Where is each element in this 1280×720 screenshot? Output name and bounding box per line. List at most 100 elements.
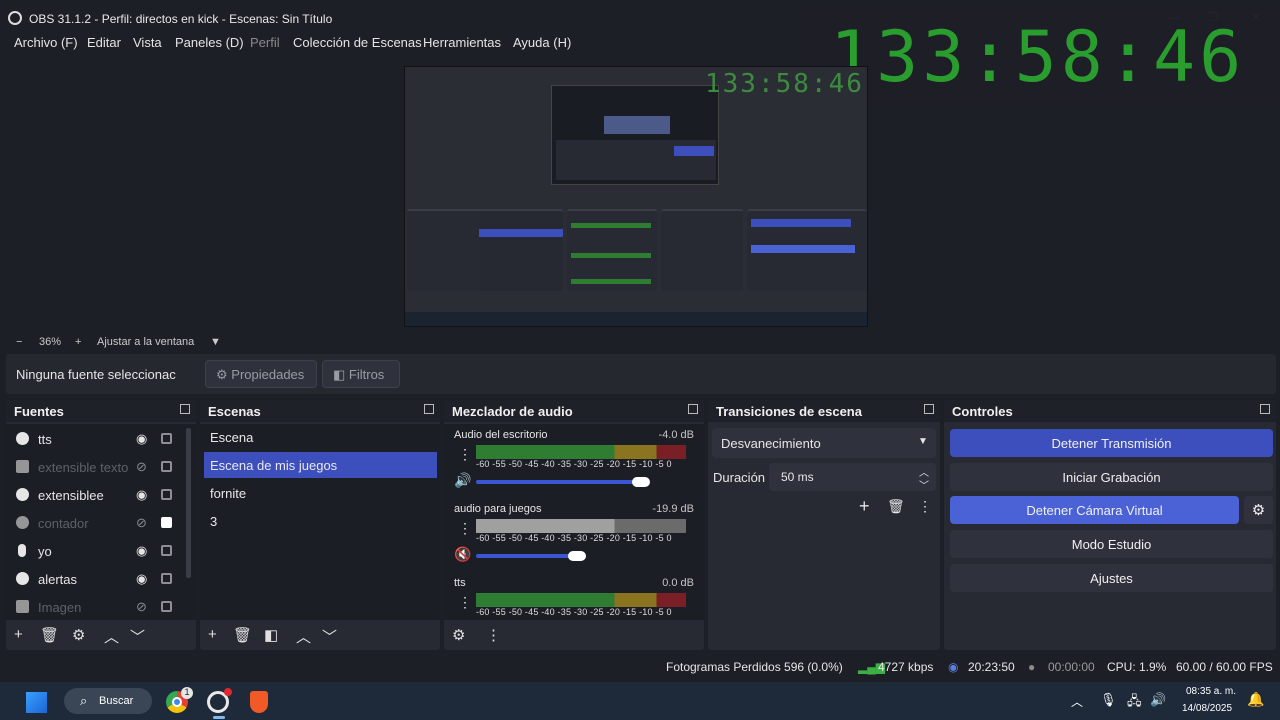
eye-hidden-icon[interactable]: ⊘ (136, 459, 147, 475)
chevron-up-icon[interactable]: ︿ (1071, 693, 1083, 710)
channel-menu-icon[interactable]: ⋮ (458, 520, 472, 537)
sources-scrollbar[interactable] (186, 428, 191, 578)
menu-coleccion-escenas[interactable]: Colección de Escenas (293, 35, 422, 50)
browser-icon (16, 572, 29, 585)
speaker-muted-icon[interactable]: 🔇 (454, 546, 471, 563)
speaker-icon[interactable]: 🔊 (454, 472, 471, 489)
microphone-icon[interactable]: 🎙 (1100, 692, 1117, 708)
windows-start-icon[interactable] (26, 692, 47, 713)
brave-icon[interactable] (250, 691, 268, 713)
mixer-settings-gear-icon[interactable]: ⚙ (452, 626, 465, 644)
add-transition-button[interactable]: + (859, 496, 870, 517)
add-source-button[interactable]: + (14, 626, 23, 643)
eye-hidden-icon[interactable]: ⊘ (136, 599, 147, 615)
filters-button[interactable]: ◧ Filtros (322, 360, 400, 388)
eye-icon[interactable]: ◉ (136, 431, 147, 447)
mixer-menu-icon[interactable]: ⋮ (486, 626, 501, 644)
move-down-icon[interactable]: ﹀ (322, 626, 337, 647)
source-item-tts[interactable]: tts ◉ (12, 426, 178, 452)
source-item-extensiblee[interactable]: extensiblee ◉ (12, 482, 178, 508)
menu-vista[interactable]: Vista (133, 35, 162, 50)
search-label: Buscar (99, 695, 134, 707)
mixer-dock: Mezclador de audio Audio del escritorio … (444, 400, 704, 650)
stop-virtual-camera-button[interactable]: Detener Cámara Virtual (950, 496, 1239, 524)
remove-scene-button[interactable]: 🗑 (233, 626, 252, 644)
remove-source-button[interactable]: 🗑 (40, 626, 59, 644)
menu-perfil[interactable]: Perfil (250, 35, 280, 50)
volume-slider[interactable] (476, 480, 642, 484)
preview-meter-2 (571, 253, 651, 258)
eye-icon[interactable]: ◉ (136, 543, 147, 559)
menu-archivo[interactable]: Archivo (F) (14, 35, 78, 50)
transition-menu-icon[interactable]: ⋮ (918, 498, 932, 515)
start-recording-button[interactable]: Iniciar Grabación (950, 463, 1273, 491)
remove-transition-button[interactable]: 🗑 (887, 498, 905, 515)
undock-icon[interactable] (924, 404, 934, 414)
studio-mode-button[interactable]: Modo Estudio (950, 530, 1273, 558)
record-icon: ● (1028, 660, 1036, 674)
eye-icon[interactable]: ◉ (136, 487, 147, 503)
volume-knob[interactable] (632, 477, 650, 487)
scene-item-3[interactable]: 3 (204, 508, 437, 534)
move-down-icon[interactable]: ﹀ (130, 626, 145, 647)
undock-icon[interactable] (424, 404, 434, 414)
move-up-icon[interactable]: ︿ (296, 626, 311, 647)
taskbar-time[interactable]: 08:35 a. m. (1186, 686, 1236, 697)
source-item-alertas[interactable]: alertas ◉ (12, 566, 178, 592)
network-icon[interactable]: 🖧 (1127, 692, 1142, 714)
menu-editar[interactable]: Editar (87, 35, 121, 50)
lock-icon[interactable] (161, 573, 172, 584)
source-item-extensible-texto[interactable]: extensible texto ⊘ (12, 454, 178, 480)
taskbar-date[interactable]: 14/08/2025 (1182, 703, 1232, 714)
menu-herramientas[interactable]: Herramientas (423, 35, 501, 50)
volume-knob[interactable] (568, 551, 586, 561)
zoom-out-button[interactable]: − (16, 336, 22, 348)
source-settings-gear-icon[interactable]: ⚙ (72, 626, 85, 644)
lock-icon[interactable] (161, 545, 172, 556)
lock-icon[interactable] (161, 489, 172, 500)
zoom-level: 36% (39, 336, 62, 348)
settings-button[interactable]: Ajustes (950, 564, 1273, 592)
source-item-contador[interactable]: contador ⊘ (12, 510, 178, 536)
channel-menu-icon[interactable]: ⋮ (458, 446, 472, 463)
move-up-icon[interactable]: ︿ (104, 626, 119, 647)
mixer-channels: Audio del escritorio -4.0 dB ⋮ -60 -55 -… (444, 424, 704, 620)
notification-bell-icon[interactable]: 🔔 (1247, 691, 1264, 708)
undock-icon[interactable] (180, 404, 190, 414)
lock-icon[interactable] (161, 601, 172, 612)
lock-icon[interactable] (161, 461, 172, 472)
virtual-camera-settings-gear-icon[interactable]: ⚙ (1244, 496, 1273, 524)
active-app-indicator (213, 716, 225, 719)
volume-meter (476, 519, 686, 533)
lock-icon[interactable] (161, 433, 172, 444)
zoom-dropdown-icon[interactable]: ▼ (210, 336, 221, 348)
fit-window-label[interactable]: Ajustar a la ventana (97, 336, 194, 348)
taskbar-search[interactable]: ⌕ Buscar (64, 688, 152, 714)
undock-icon[interactable] (1260, 404, 1270, 414)
eye-hidden-icon[interactable]: ⊘ (136, 515, 147, 531)
scene-filters-icon[interactable]: ◧ (264, 626, 278, 644)
eye-icon[interactable]: ◉ (136, 571, 147, 587)
scene-item-escena[interactable]: Escena (204, 424, 437, 450)
menu-ayuda[interactable]: Ayuda (H) (513, 35, 571, 50)
stop-stream-button[interactable]: Detener Transmisión (950, 429, 1273, 457)
obs-logo-icon (8, 11, 22, 25)
transition-select[interactable]: Desvanecimiento ▼ (712, 428, 936, 458)
duration-stepper[interactable]: 50 ms ︿ ﹀ (769, 463, 936, 492)
zoom-in-button[interactable]: + (75, 336, 81, 348)
undock-icon[interactable] (688, 404, 698, 414)
scene-item-fornite[interactable]: fornite (204, 480, 437, 506)
channel-name: Audio del escritorio (454, 429, 548, 441)
source-item-imagen[interactable]: Imagen ⊘ (12, 594, 178, 620)
menu-paneles[interactable]: Paneles (D) (175, 35, 244, 50)
properties-button[interactable]: ⚙ Propiedades (205, 360, 317, 388)
volume-icon[interactable]: 🔊 (1150, 692, 1166, 708)
chevron-down-icon[interactable]: ﹀ (919, 477, 929, 492)
source-item-yo[interactable]: yo ◉ (12, 538, 178, 564)
scene-item-escena-de-mis-juegos[interactable]: Escena de mis juegos (204, 452, 437, 478)
channel-menu-icon[interactable]: ⋮ (458, 594, 472, 611)
source-name: alertas (38, 572, 78, 587)
preview-canvas[interactable]: 133:58:46 (404, 66, 868, 327)
add-scene-button[interactable]: + (208, 626, 217, 643)
lock-icon[interactable] (161, 517, 172, 528)
